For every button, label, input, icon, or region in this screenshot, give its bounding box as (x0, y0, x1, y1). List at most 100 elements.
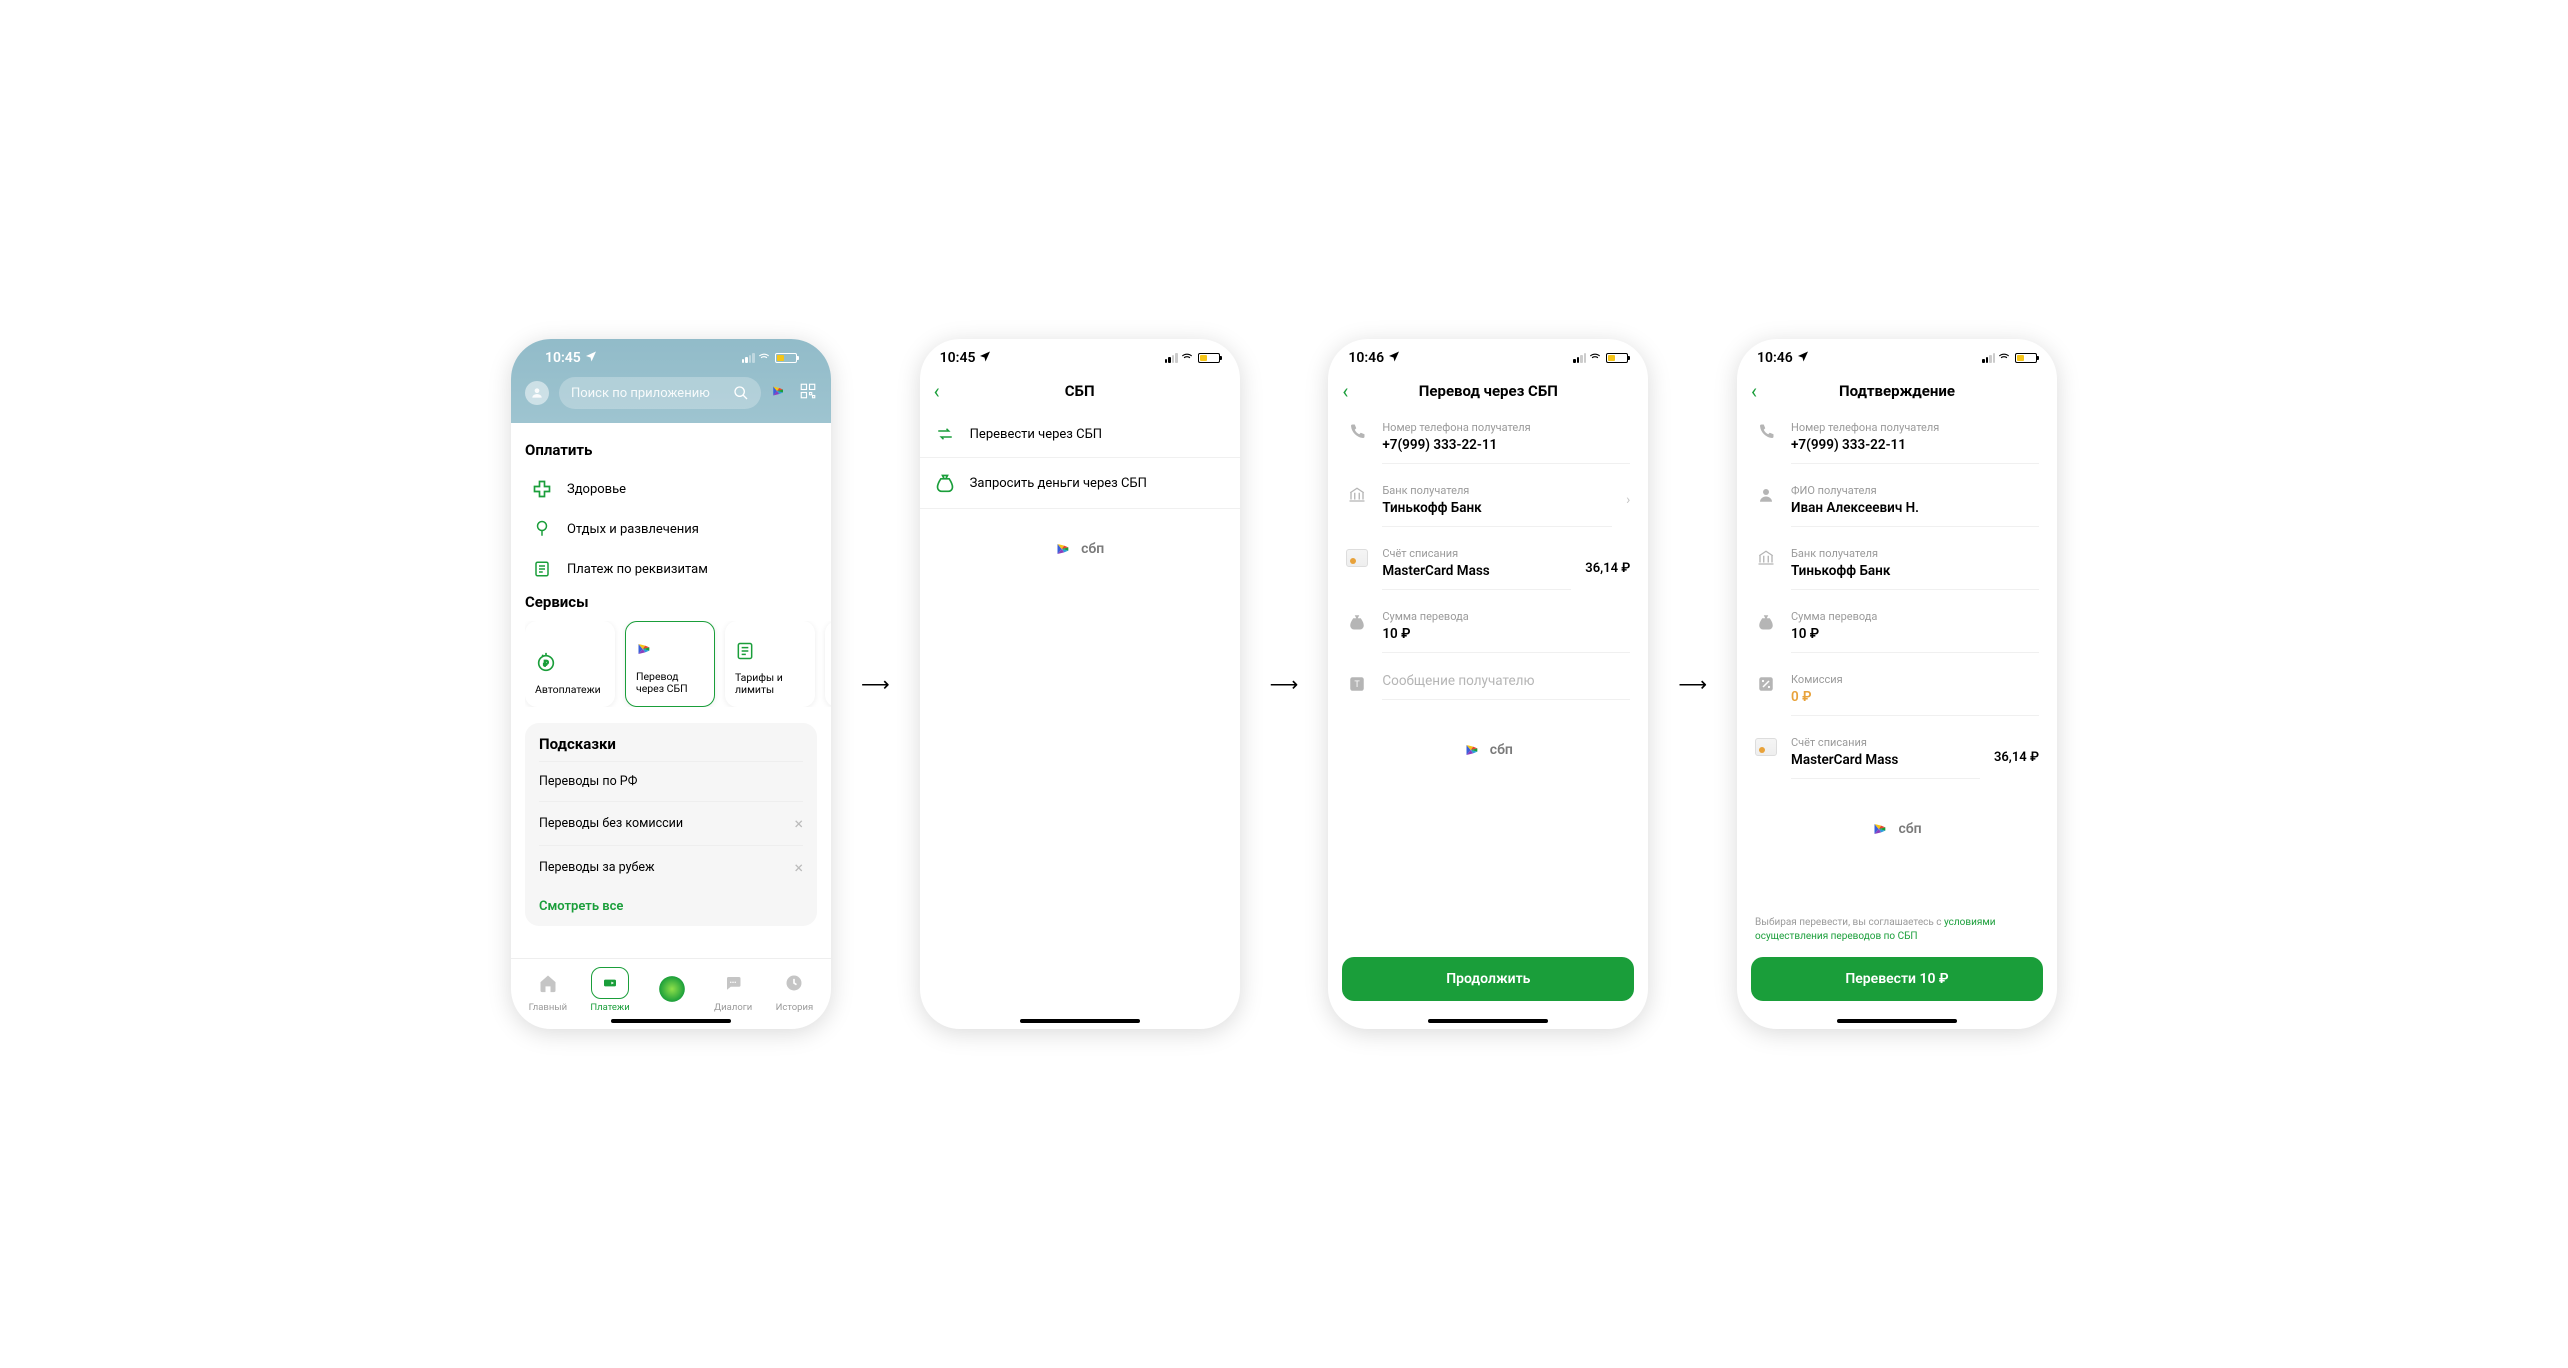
field-phone: Номер телефона получателя +7(999) 333-22… (1737, 411, 2057, 474)
balloon-icon (531, 519, 553, 539)
flow-arrow: ⟶ (1270, 672, 1299, 696)
close-icon[interactable]: × (794, 858, 803, 877)
bottom-tab-bar: Главный Платежи Диалоги История (511, 958, 831, 1015)
tab-main[interactable]: Главный (529, 967, 568, 1013)
flow-arrow: ⟶ (1678, 672, 1707, 696)
status-time: 10:46 (1757, 350, 1793, 366)
tab-dialogs[interactable]: Диалоги (714, 967, 752, 1013)
disclaimer-text: Выбирая перевести, вы соглашаетесь с усл… (1737, 916, 2057, 943)
status-icons (1982, 349, 2037, 367)
field-bank[interactable]: Банк получателя Тинькофф Банк › (1328, 474, 1648, 537)
status-icons (1165, 349, 1220, 367)
sbp-transfer-item[interactable]: Перевести через СБП (920, 411, 1240, 458)
sbp-request-item[interactable]: Запросить деньги через СБП (920, 458, 1240, 509)
field-message[interactable]: T Сообщение получателю (1328, 663, 1648, 710)
card-icon (1346, 547, 1368, 567)
search-placeholder: Поиск по приложению (571, 386, 725, 401)
signal-icon (1165, 353, 1178, 363)
battery-icon (1606, 353, 1628, 363)
status-bar: 10:46 (1328, 339, 1648, 371)
hints-more-link[interactable]: Смотреть все (539, 889, 803, 914)
hint-nofee[interactable]: Переводы без комиссии× (539, 801, 803, 845)
moneybag-icon (934, 472, 956, 494)
status-bar: 10:45 (920, 339, 1240, 371)
home-indicator (1428, 1019, 1548, 1023)
card-sbp-transfer[interactable]: Перевод через СБП (625, 621, 715, 707)
hint-rf[interactable]: Переводы по РФ (539, 761, 803, 801)
tab-assistant[interactable] (653, 973, 691, 1008)
sbp-logo: сбп (1737, 819, 2057, 839)
transfer-icon (591, 967, 629, 999)
page-title: СБП (934, 382, 1226, 400)
status-icons (1573, 349, 1628, 367)
bank-icon (1346, 484, 1368, 504)
percent-icon (1755, 673, 1777, 693)
hints-title: Подсказки (539, 735, 803, 753)
field-amount: Сумма перевода 10 ₽ (1737, 600, 2057, 663)
sbp-logo: сбп (920, 539, 1240, 559)
card-icon (1755, 736, 1777, 756)
account-balance: 36,14 ₽ (1994, 736, 2039, 765)
status-bar: 10:46 (1737, 339, 2057, 371)
account-balance: 36,14 ₽ (1585, 547, 1630, 576)
battery-icon (775, 353, 797, 363)
text-icon: T (1346, 673, 1368, 693)
transfer-button[interactable]: Перевести 10 ₽ (1751, 957, 2043, 1001)
wifi-icon (757, 349, 771, 367)
bank-icon (1755, 547, 1777, 567)
field-amount[interactable]: Сумма перевода 10 ₽ (1328, 600, 1648, 663)
services-cards[interactable]: ₽ Автоплатежи Перевод через СБП Тарифы и… (525, 621, 831, 707)
list-icon (735, 640, 805, 664)
home-indicator (1837, 1019, 1957, 1023)
field-bank: Банк получателя Тинькофф Банк (1737, 537, 2057, 600)
search-input[interactable]: Поиск по приложению (559, 377, 761, 409)
chat-icon (714, 967, 752, 999)
sbp-icon[interactable] (771, 382, 789, 404)
card-templates[interactable]: Шабло (825, 621, 831, 707)
tab-payments[interactable]: Платежи (590, 967, 629, 1013)
pay-item-leisure[interactable]: Отдых и развлечения (525, 509, 817, 549)
flow-arrow: ⟶ (861, 672, 890, 696)
pay-item-health[interactable]: Здоровье (525, 469, 817, 509)
document-icon (531, 559, 553, 579)
signal-icon (1982, 353, 1995, 363)
screen-confirmation: 10:46 ‹ Подтверждение Номер телефона пол… (1737, 339, 2057, 1029)
pay-item-requisites[interactable]: Платеж по реквизитам (525, 549, 817, 589)
status-time: 10:45 (940, 350, 976, 366)
field-account[interactable]: Счёт списания MasterCard Mass 36,14 ₽ (1328, 537, 1648, 600)
tab-history[interactable]: История (775, 967, 813, 1013)
search-icon (733, 385, 749, 401)
screen-payments-home: 10:45 Поиск по приложению Оплатить Здоро… (511, 339, 831, 1029)
card-autopay[interactable]: ₽ Автоплатежи (525, 621, 615, 707)
home-icon (529, 967, 567, 999)
hint-abroad[interactable]: Переводы за рубеж× (539, 845, 803, 889)
field-fee: Комиссия 0 ₽ (1737, 663, 2057, 726)
sbp-logo: сбп (1328, 740, 1648, 760)
phone-icon (1755, 421, 1777, 441)
health-icon (531, 479, 553, 499)
transfer-icon (934, 425, 956, 443)
chevron-right-icon: › (1626, 484, 1630, 508)
moneybag-icon (1346, 610, 1368, 632)
wifi-icon (1588, 349, 1602, 367)
wifi-icon (1180, 349, 1194, 367)
location-icon (1388, 350, 1400, 366)
screen-sbp-transfer-form: 10:46 ‹ Перевод через СБП Номер телефона… (1328, 339, 1648, 1029)
battery-icon (1198, 353, 1220, 363)
battery-icon (2015, 353, 2037, 363)
close-icon[interactable]: × (794, 814, 803, 833)
field-phone[interactable]: Номер телефона получателя +7(999) 333-22… (1328, 411, 1648, 474)
card-tariffs[interactable]: Тарифы и лимиты (725, 621, 815, 707)
screen-sbp-menu: 10:45 ‹ СБП Перевести через СБП Запросит… (920, 339, 1240, 1029)
person-icon (1755, 484, 1777, 504)
section-services-title: Сервисы (525, 593, 817, 611)
hints-block: Подсказки Переводы по РФ Переводы без ко… (525, 723, 817, 926)
field-account: Счёт списания MasterCard Mass 36,14 ₽ (1737, 726, 2057, 789)
continue-button[interactable]: Продолжить (1342, 957, 1634, 1001)
qr-icon[interactable] (799, 382, 817, 404)
profile-avatar[interactable] (525, 381, 549, 405)
home-indicator (611, 1019, 731, 1023)
sbp-icon (636, 639, 704, 663)
moneybag-icon (1755, 610, 1777, 632)
svg-text:₽: ₽ (544, 659, 549, 668)
